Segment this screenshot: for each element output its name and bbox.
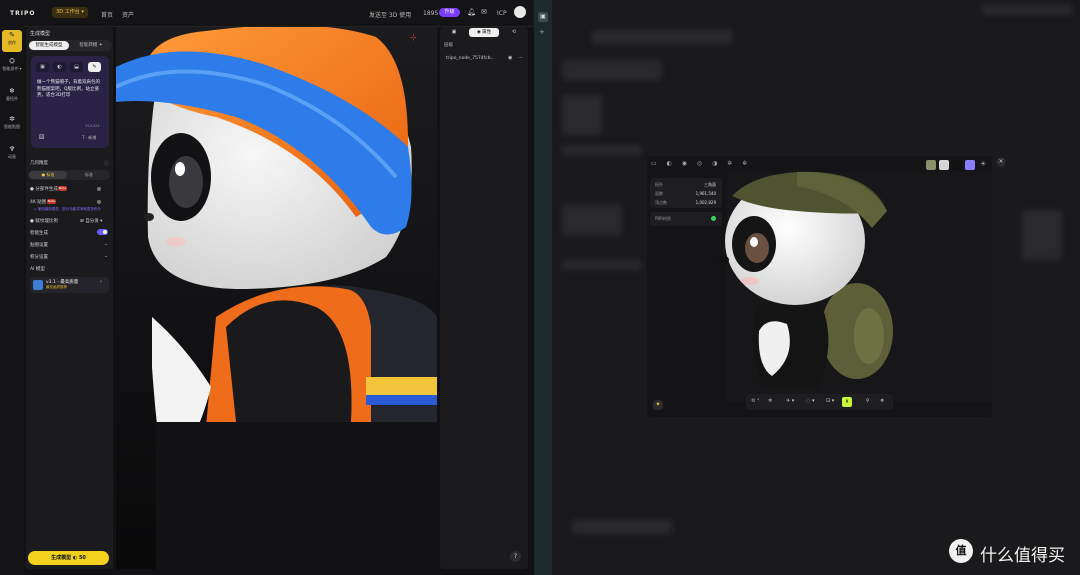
option-ratio[interactable]: ● 赋纹理比例 [30,218,58,224]
hint-text: ◇ 使用最新模型，部分功能将消耗更多积分 [34,207,101,211]
info-label: 顶点数 [655,200,667,205]
row-texture-settings[interactable]: 贴图设置 [30,242,48,248]
pen-icon: ✎ [9,31,15,39]
generate-button[interactable]: 生成模型 ◐ 50 [28,551,109,565]
geometry-label: 几何精度 [30,161,48,166]
info-label: 拓扑 [655,182,663,187]
bell-icon[interactable]: 🔔︎ [467,8,476,16]
close-icon[interactable]: × [996,157,1006,167]
promo-link[interactable]: 发送至 3D 使用 [369,10,411,19]
sun-icon[interactable]: ☀ [980,160,986,168]
model-sub: 最佳画质推荐 [46,285,67,289]
download-icon[interactable]: ⇞ [842,397,852,407]
tab-strip [534,0,552,575]
prompt-input[interactable]: 做一个熊猫帽子，背着双肩包的熊猫图案吧，Q版比例，站立姿势，适合3D打印 [37,80,103,100]
tab-properties[interactable]: ◉ 属性 [469,28,499,37]
figure-icon: ♆ [8,145,16,153]
help-button[interactable]: ? [510,551,521,562]
smart-gen-toggle[interactable] [97,229,108,235]
swatch-violet[interactable] [965,160,975,170]
upgrade-button[interactable]: 升级 [439,8,460,17]
info-value: 三角面 [704,182,716,187]
info-value: 1,002,829 [695,200,716,205]
history-icon[interactable]: ⟲ [505,28,523,37]
layers-panel [440,27,528,569]
new-tab-icon[interactable]: + [539,28,545,36]
toggle-dot[interactable] [97,187,101,191]
row-credit-settings[interactable]: 积分设置 [30,254,48,260]
pose-icon[interactable]: ⚲ [866,398,870,404]
workspace-dropdown[interactable]: 3D 工作台 ▾ [52,7,88,18]
geometry-alt[interactable]: 标准 [70,171,108,179]
mode-image-icon[interactable]: ▣ [36,62,49,72]
layers-header: 层级 [444,43,453,48]
tab-generate[interactable]: 智能生成模型 [29,41,69,50]
nav-home[interactable]: 首页 [101,10,113,19]
option-parts[interactable]: ● 分部件生成 [30,186,58,192]
material-icon[interactable]: ◌ ▾ [806,398,814,404]
rail-item-animation[interactable]: ♆ 动画 [2,144,22,166]
distribute-dropdown[interactable]: ⊞ 自分发 ▾ [80,218,102,224]
credits-count: 1895 [423,10,439,17]
rail-item-parts[interactable]: ⛭ 智能部件 ▾ [2,56,22,78]
more-icon[interactable]: ⋯ [518,55,523,61]
reset-view-icon[interactable]: ⟲ ⁺ [751,398,759,404]
help-icon[interactable]: ⓘ [104,160,109,167]
rail-item-texture[interactable]: ✲ 智能贴图 [2,114,22,136]
mode-text-icon[interactable]: ✎ [88,62,101,72]
nav-assets[interactable]: 资产 [122,10,134,19]
light-icon[interactable]: ✲ [768,398,772,404]
rail-item-retopo[interactable]: ❄ 重拓扑 [2,86,22,108]
add-language[interactable]: T · 新增 [82,135,96,141]
chevron-down-icon[interactable]: ⌄ [104,254,108,259]
option-4k[interactable]: 4K 贴图 [30,199,46,205]
row-smart-gen: 智能生成 [30,231,48,236]
gear-icon: ⛭ [9,57,15,65]
chevron-up-icon[interactable]: ⌃ [99,281,103,286]
layer-tab-cube-icon[interactable]: ▣ [445,28,463,37]
char-count: 32/1024 [85,124,100,128]
watermark-text: 什么值得买 [980,546,1065,566]
panel-title: 生成模型 [30,31,51,37]
mode-multi-icon[interactable]: ◐ [53,62,66,72]
message-icon[interactable]: ✉ [481,8,487,16]
swatch-black[interactable] [952,160,962,170]
watermark-logo: 值 [949,539,973,563]
eye-icon[interactable]: ◉ [508,55,512,61]
rig-icon[interactable]: ✵ [880,398,884,404]
beta-badge: Beta [58,186,67,191]
chevron-down-icon[interactable]: ⌄ [104,242,108,247]
swatch-light[interactable] [939,160,949,170]
camera-icon[interactable]: ✈ ▾ [786,398,794,404]
model-icon [33,280,43,290]
dice-icon[interactable]: ⚄ [39,134,44,141]
sparkle-icon[interactable]: ✦ [653,400,663,410]
geometry-standard[interactable]: ● 标准 [29,171,67,179]
3d-viewport[interactable] [116,27,437,569]
pbr-label: PBR材质 [655,216,671,221]
check-icon [711,216,716,221]
snowflake-icon: ❄ [9,87,15,95]
icp-label[interactable]: ICP [497,10,507,17]
beta-badge: Beta [47,199,56,204]
browser-tab-icon[interactable]: ▣ [538,12,548,22]
rail-item-create[interactable]: ✎ 创作 [2,30,22,52]
info-label: 面数 [655,191,663,196]
mode-sketch-icon[interactable]: ⬓ [70,62,83,72]
shade-icon[interactable]: ⊡ ▾ [826,398,834,404]
tab-smart[interactable]: 智能转模 ✦ [71,41,111,50]
ai-model-label: AI 模型 [30,267,45,272]
panda-model-render [116,27,437,569]
info-value: 1,961,540 [695,191,716,196]
layer-item[interactable]: tripo_node_7574fcb... [446,56,495,61]
icon-rail: ✎ 创作 ⛭ 智能部件 ▾ ❄ 重拓扑 ✲ 智能贴图 ♆ 动画 [0,26,24,575]
avatar[interactable] [514,6,526,18]
axis-gizmo-icon[interactable]: ⊹ [410,33,417,42]
sparkle-icon: ✲ [9,115,15,123]
toggle-dot[interactable] [97,200,101,204]
swatch-olive[interactable] [926,160,936,170]
logo: TRIPO [10,10,36,17]
viewer-tools[interactable]: ▭ ◐ ◉ ◎ ◑ ✲ ✲ [651,160,751,167]
